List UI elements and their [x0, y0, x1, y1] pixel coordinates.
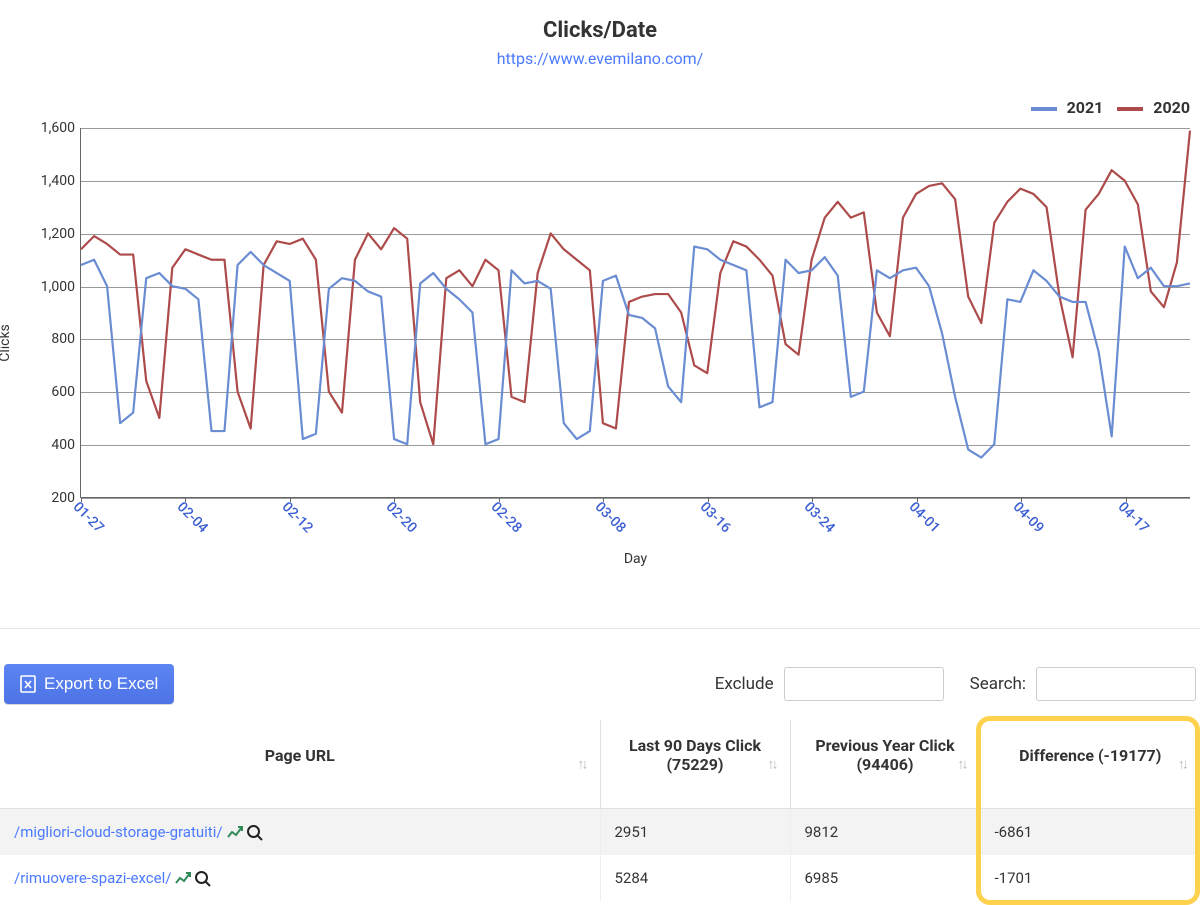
col-url[interactable]: Page URL ↑↓	[0, 720, 600, 809]
chart-title: Clicks/Date	[0, 18, 1200, 43]
exclude-input[interactable]	[784, 667, 944, 701]
x-tick: 04-09	[1010, 499, 1047, 536]
y-tick: 200	[15, 490, 75, 506]
results-table: Page URL ↑↓ Last 90 Days Click (75229) ↑…	[0, 720, 1200, 901]
series-line-2021	[81, 247, 1190, 458]
x-tick: 03-08	[592, 499, 629, 536]
exclude-label: Exclude	[715, 674, 774, 694]
col-prevyear[interactable]: Previous Year Click (94406) ↑↓	[790, 720, 980, 809]
x-tick: 02-20	[383, 499, 420, 536]
y-tick: 600	[15, 384, 75, 400]
y-tick: 1,200	[15, 226, 75, 242]
page-url-link[interactable]: /rimuovere-spazi-excel/	[14, 869, 171, 887]
sort-icon: ↑↓	[578, 756, 586, 773]
y-axis-label: Clicks	[0, 324, 13, 362]
x-tick: 03-24	[801, 499, 838, 536]
x-axis-label: Day	[624, 551, 647, 567]
cell-url: /rimuovere-spazi-excel/	[0, 855, 600, 901]
sort-icon: ↑↓	[768, 756, 776, 773]
sort-icon: ↑↓	[1178, 756, 1186, 773]
site-link[interactable]: https://www.evemilano.com/	[497, 49, 704, 68]
legend-swatch-2020	[1117, 107, 1143, 111]
x-tick: 04-17	[1114, 499, 1151, 536]
legend-item-2021: 2021	[1031, 98, 1104, 117]
x-tick: 03-16	[696, 499, 733, 536]
table-row: /rimuovere-spazi-excel/52846985-1701	[0, 855, 1200, 901]
cell-diff: -1701	[980, 855, 1200, 901]
chart-subtitle: https://www.evemilano.com/	[0, 49, 1200, 68]
x-tick: 02-28	[488, 499, 525, 536]
search-label: Search:	[970, 674, 1026, 694]
col-diff[interactable]: Difference (-19177) ↑↓	[980, 720, 1200, 809]
toolbar: Export to Excel Exclude Search:	[0, 664, 1200, 704]
x-tick: 02-12	[279, 499, 316, 536]
series-line-2020	[81, 131, 1190, 445]
cell-last90: 5284	[600, 855, 790, 901]
cell-url: /migliori-cloud-storage-gratuiti/	[0, 809, 600, 856]
magnify-icon[interactable]	[195, 871, 211, 887]
chart-legend: 2021 2020	[1031, 98, 1190, 117]
cell-diff: -6861	[980, 809, 1200, 856]
cell-prevyear: 9812	[790, 809, 980, 856]
search-input[interactable]	[1036, 667, 1196, 701]
col-last90[interactable]: Last 90 Days Click (75229) ↑↓	[600, 720, 790, 809]
excel-icon	[20, 675, 36, 693]
cell-last90: 2951	[600, 809, 790, 856]
y-tick: 400	[15, 437, 75, 453]
legend-swatch-2021	[1031, 107, 1057, 111]
export-button[interactable]: Export to Excel	[4, 664, 174, 704]
legend-item-2020: 2020	[1117, 98, 1190, 117]
y-tick: 800	[15, 331, 75, 347]
y-tick: 1,000	[15, 279, 75, 295]
page-url-link[interactable]: /migliori-cloud-storage-gratuiti/	[14, 823, 223, 841]
x-tick: 02-04	[174, 499, 211, 536]
magnify-icon[interactable]	[247, 825, 263, 841]
x-tick: 01-27	[70, 499, 107, 536]
y-tick: 1,600	[15, 120, 75, 136]
table-row: /migliori-cloud-storage-gratuiti/2951981…	[0, 809, 1200, 856]
chart-icon[interactable]	[175, 871, 191, 887]
chart-icon[interactable]	[227, 825, 243, 841]
cell-prevyear: 6985	[790, 855, 980, 901]
y-tick: 1,400	[15, 173, 75, 189]
sort-icon: ↑↓	[958, 756, 966, 773]
chart-plot-area: Day 01-2702-0402-1202-2002-2803-0803-160…	[80, 128, 1190, 498]
x-tick: 04-01	[905, 499, 942, 536]
clicks-chart[interactable]: 2021 2020 Clicks 200 400 600 800 1,000 1,200 1…	[0, 98, 1200, 588]
chart-lines	[81, 128, 1190, 497]
